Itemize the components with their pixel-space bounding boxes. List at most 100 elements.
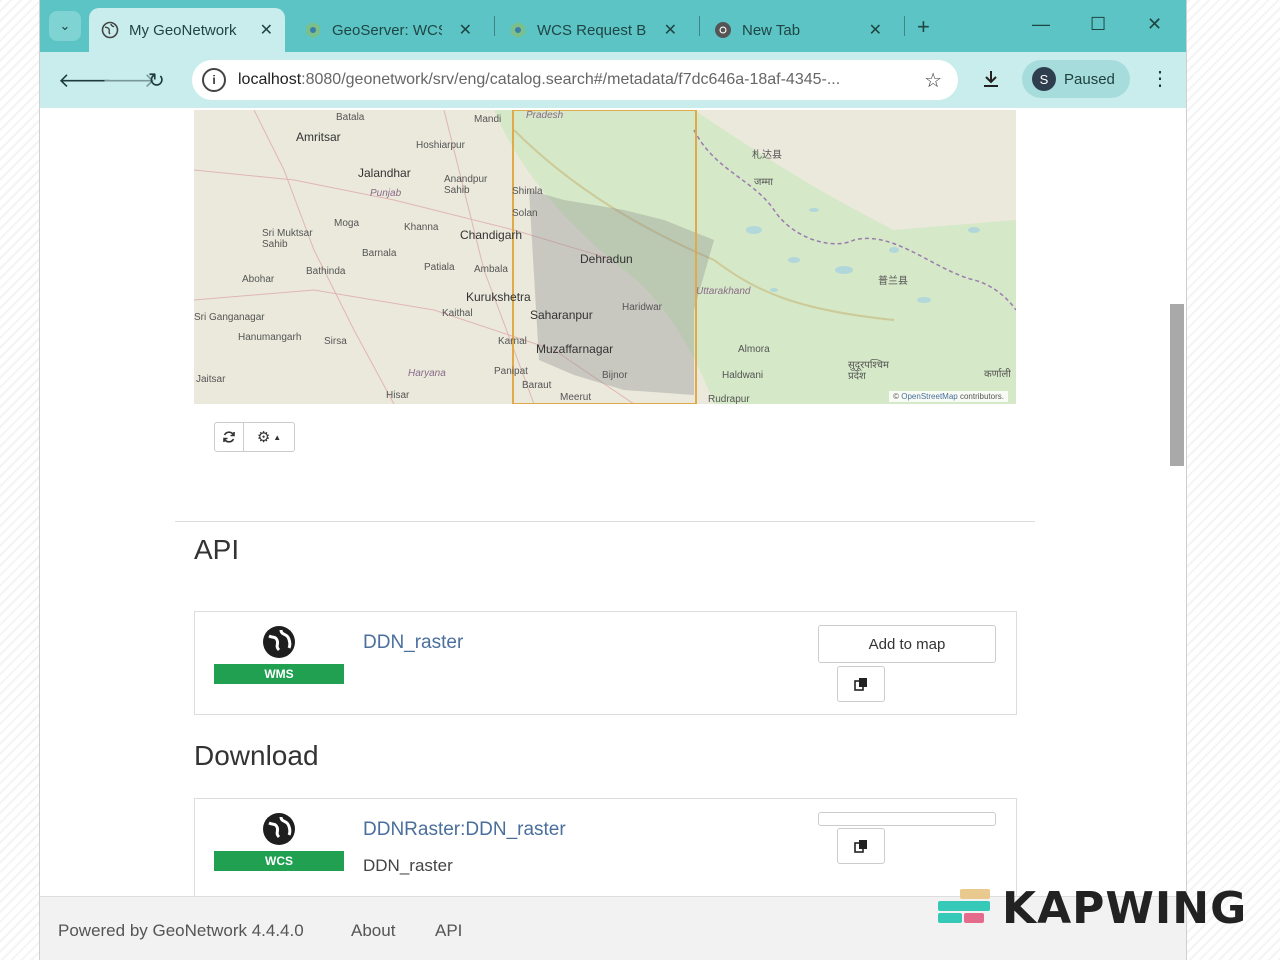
new-tab-button[interactable]: + [917,14,930,40]
tab-wcs-request-builder[interactable]: WCS Request Bu ✕ [497,8,689,52]
map-label: Kaithal [442,308,473,319]
globe-icon [263,626,295,658]
browser-toolbar: 🡐 🡒 ↻ i localhost:8080/geonetwork/srv/en… [40,52,1186,108]
map-label: 札达县 [752,150,782,161]
kapwing-logo-icon [938,889,992,927]
map-label: Uttarakhand [696,286,751,297]
copy-url-button[interactable] [837,666,885,702]
url-text: localhost:8080/geonetwork/srv/eng/catalo… [238,71,918,89]
wms-protocol: WMS [214,624,344,684]
map-label: Bathinda [306,266,346,277]
map-label: Haridwar [622,302,663,313]
section-divider [175,521,1035,522]
wcs-badge: WCS [214,851,344,871]
close-window-icon[interactable]: ✕ [1147,14,1162,35]
close-tab-icon[interactable]: ✕ [260,20,273,40]
download-icon[interactable] [980,68,1002,95]
tab-search-button[interactable]: ⌄ [49,11,81,41]
map-label: Saharanpur [530,308,593,322]
map-label: जम्मा [754,177,773,188]
map-refresh-button[interactable] [215,423,244,451]
maximize-icon[interactable]: ☐ [1090,14,1106,35]
map-label: Pradesh [526,110,564,121]
wms-badge: WMS [214,664,344,684]
map-label: Shimla [512,186,543,197]
map-label: Muzaffarnagar [536,342,614,356]
map-label: Chandigarh [460,228,523,242]
minimize-icon[interactable]: — [1032,14,1050,35]
tab-new-tab[interactable]: New Tab ✕ [702,8,894,52]
page-content: Batala Mandi Pradesh Amritsar Hoshiarpur… [40,108,1186,960]
kapwing-text: KAPWING [1002,882,1248,934]
site-info-icon[interactable]: i [202,68,226,92]
close-tab-icon[interactable]: ✕ [459,20,472,40]
reload-icon[interactable]: ↻ [148,68,165,93]
download-resource-description: DDN_raster [363,856,453,875]
map-label: Solan [512,208,538,219]
map-label: Meerut [560,392,592,403]
map-label: Karnal [498,336,527,347]
globe-icon [263,813,295,845]
browser-window: ⌄ My GeoNetwork ✕ GeoServer: WCS ✕ WCS R… [39,0,1187,960]
api-section-title: API [194,534,240,565]
url-host: localhost [238,71,302,88]
map-toolbar: ⚙ ▲ [214,422,295,452]
copy-url-button[interactable] [837,828,885,864]
map-label: Dehradun [580,252,633,266]
map-label: सुदूरपश्चिम प्रदेश [848,360,890,382]
tab-separator [699,16,700,36]
download-section-title: Download [194,740,319,771]
map-label: 普兰县 [878,276,908,287]
map-settings-button[interactable]: ⚙ ▲ [244,423,294,451]
map-label: Moga [334,218,360,229]
bookmark-star-icon[interactable]: ☆ [924,68,942,93]
profile-button[interactable]: S Paused [1022,60,1130,98]
caret-down-icon: ▲ [273,432,282,442]
map-label: Rudrapur [708,394,750,404]
chrome-icon [714,21,732,39]
tab-title: My GeoNetwork [129,21,237,39]
api-resource-card: WMS DDN_raster Add to map [194,611,1017,715]
tab-geoserver-wcs[interactable]: GeoServer: WCS ✕ [292,8,484,52]
gear-icon: ⚙ [256,429,271,446]
download-resource-card: WCS DDNRaster:DDN_raster DDN_raster [194,798,1017,899]
close-tab-icon[interactable]: ✕ [869,20,882,40]
map-label: Punjab [370,188,402,199]
avatar: S [1032,67,1056,91]
map-label: Haryana [408,368,446,379]
map-label: Bijnor [602,370,628,381]
kapwing-watermark: KAPWING [938,876,1260,940]
api-resource-link[interactable]: DDN_raster [363,632,463,654]
map-label: Jalandhar [358,166,411,180]
map-label: Khanna [404,222,439,233]
map-view[interactable]: Batala Mandi Pradesh Amritsar Hoshiarpur… [194,110,1016,404]
map-label: Baraut [522,380,552,391]
attribution-prefix: © [893,392,900,401]
api-link[interactable]: API [435,921,462,941]
refresh-icon [223,431,235,443]
address-bar[interactable]: i localhost:8080/geonetwork/srv/eng/cata… [192,60,958,100]
map-label: Batala [336,112,365,123]
tab-separator [494,16,495,36]
download-action-button[interactable] [818,812,996,826]
geoserver-icon [509,21,527,39]
globe-icon [101,21,119,39]
tab-my-geonetwork[interactable]: My GeoNetwork ✕ [89,8,285,52]
add-to-map-button[interactable]: Add to map [818,625,996,663]
osm-link[interactable]: OpenStreetMap [901,392,957,401]
map-label: Anandpur Sahib [444,174,488,196]
map-label: Sirsa [324,336,347,347]
scrollbar-thumb[interactable] [1170,304,1184,466]
download-resource-link[interactable]: DDNRaster:DDN_raster [363,819,566,841]
geoserver-icon [304,21,322,39]
about-link[interactable]: About [351,921,395,941]
kebab-menu-icon[interactable]: ⋮ [1150,66,1170,91]
map-label: Abohar [242,274,275,285]
close-tab-icon[interactable]: ✕ [664,20,677,40]
map-attribution: © OpenStreetMap contributors. [889,391,1008,402]
powered-by-link[interactable]: Powered by GeoNetwork 4.4.4.0 [58,921,304,941]
tab-title: New Tab [742,21,801,39]
map-label: Sri Ganganagar [194,312,265,323]
map-label: Hanumangarh [238,332,302,343]
map-label: Hoshiarpur [416,140,465,151]
